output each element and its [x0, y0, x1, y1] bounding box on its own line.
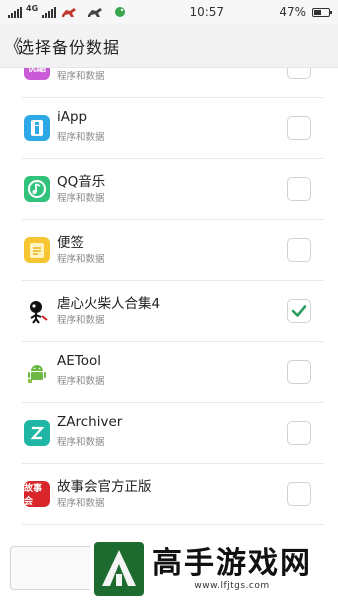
list-item[interactable]: QQ音乐程序和数据: [0, 159, 338, 220]
row-divider: [22, 524, 324, 525]
network-type: 4G: [26, 3, 39, 13]
status-right: 47%: [279, 5, 332, 19]
horse-notification-icon-2: [86, 6, 108, 18]
watermark-title: 高手游戏网: [152, 546, 312, 581]
qq-music-icon: [24, 176, 50, 202]
select-checkbox[interactable]: [287, 299, 311, 323]
signal-icon: [8, 6, 22, 18]
iapp-icon: [24, 115, 50, 141]
youku-icon: 优酷: [24, 68, 50, 80]
app-subtitle: 程序和数据: [57, 193, 105, 204]
list-item[interactable]: ZArchiver 程序和数据: [0, 403, 338, 464]
app-subtitle: 程序和数据: [57, 315, 105, 326]
app-header: 《 选择备份数据: [0, 24, 338, 68]
list-item[interactable]: 故事会 故事会官方正版程序和数据: [0, 464, 338, 525]
list-item[interactable]: 便签 程序和数据: [0, 220, 338, 281]
site-watermark: 高手游戏网 www.lfjtgs.com: [90, 538, 338, 600]
app-name: 故事会官方正版: [57, 479, 152, 495]
bird-notification-icon: [112, 6, 134, 18]
stickman-game-icon: [24, 298, 50, 324]
app-name: 虐心火柴人合集4: [57, 296, 161, 312]
app-subtitle: 程序和数据: [57, 376, 105, 387]
select-checkbox[interactable]: [287, 238, 311, 262]
zarchiver-icon: [24, 420, 50, 446]
app-name: AETool: [57, 353, 101, 369]
select-checkbox[interactable]: [287, 482, 311, 506]
app-name: ZArchiver: [57, 414, 123, 430]
app-name: iApp: [57, 109, 88, 125]
select-checkbox[interactable]: [287, 360, 311, 384]
app-name: QQ音乐: [57, 174, 106, 190]
watermark-text: 高手游戏网 www.lfjtgs.com: [152, 546, 312, 592]
back-button[interactable]: 《: [4, 33, 22, 59]
list-item[interactable]: 优酷优酷程序和数据: [0, 68, 338, 98]
app-name: 便签: [57, 235, 84, 251]
android-icon: [24, 359, 50, 385]
watermark-url: www.lfjtgs.com: [194, 581, 270, 591]
status-bar: 4G 10:57 47%: [0, 0, 338, 24]
app-subtitle: 程序和数据: [57, 437, 105, 448]
watermark-logo-icon: [90, 540, 148, 598]
battery-icon: [312, 7, 332, 17]
app-subtitle: 程序和数据: [57, 254, 105, 265]
battery-percent: 47%: [279, 5, 306, 19]
select-checkbox[interactable]: [287, 421, 311, 445]
list-item[interactable]: iApp 程序和数据: [0, 98, 338, 159]
list-item[interactable]: AETool 程序和数据: [0, 342, 338, 403]
status-left: 4G: [8, 3, 134, 18]
checkmark-icon: [291, 305, 307, 317]
select-checkbox[interactable]: [287, 68, 311, 79]
app-subtitle: 程序和数据: [57, 132, 105, 143]
signal-icon-2: [42, 6, 57, 18]
notes-icon: [24, 237, 50, 263]
app-subtitle: 程序和数据: [57, 71, 105, 82]
select-checkbox[interactable]: [287, 116, 311, 140]
horse-notification-icon: [60, 6, 82, 18]
clock: 10:57: [189, 5, 225, 19]
list-item[interactable]: 虐心火柴人合集4 程序和数据: [0, 281, 338, 342]
page-title: 选择备份数据: [18, 37, 121, 57]
select-checkbox[interactable]: [287, 177, 311, 201]
app-list[interactable]: 优酷优酷程序和数据iApp程序和数据QQ音乐程序和数据便签程序和数据虐心火柴人合…: [0, 68, 338, 600]
battery-fill: [314, 9, 321, 15]
story-magazine-icon: 故事会: [24, 481, 50, 507]
app-subtitle: 程序和数据: [57, 498, 105, 509]
